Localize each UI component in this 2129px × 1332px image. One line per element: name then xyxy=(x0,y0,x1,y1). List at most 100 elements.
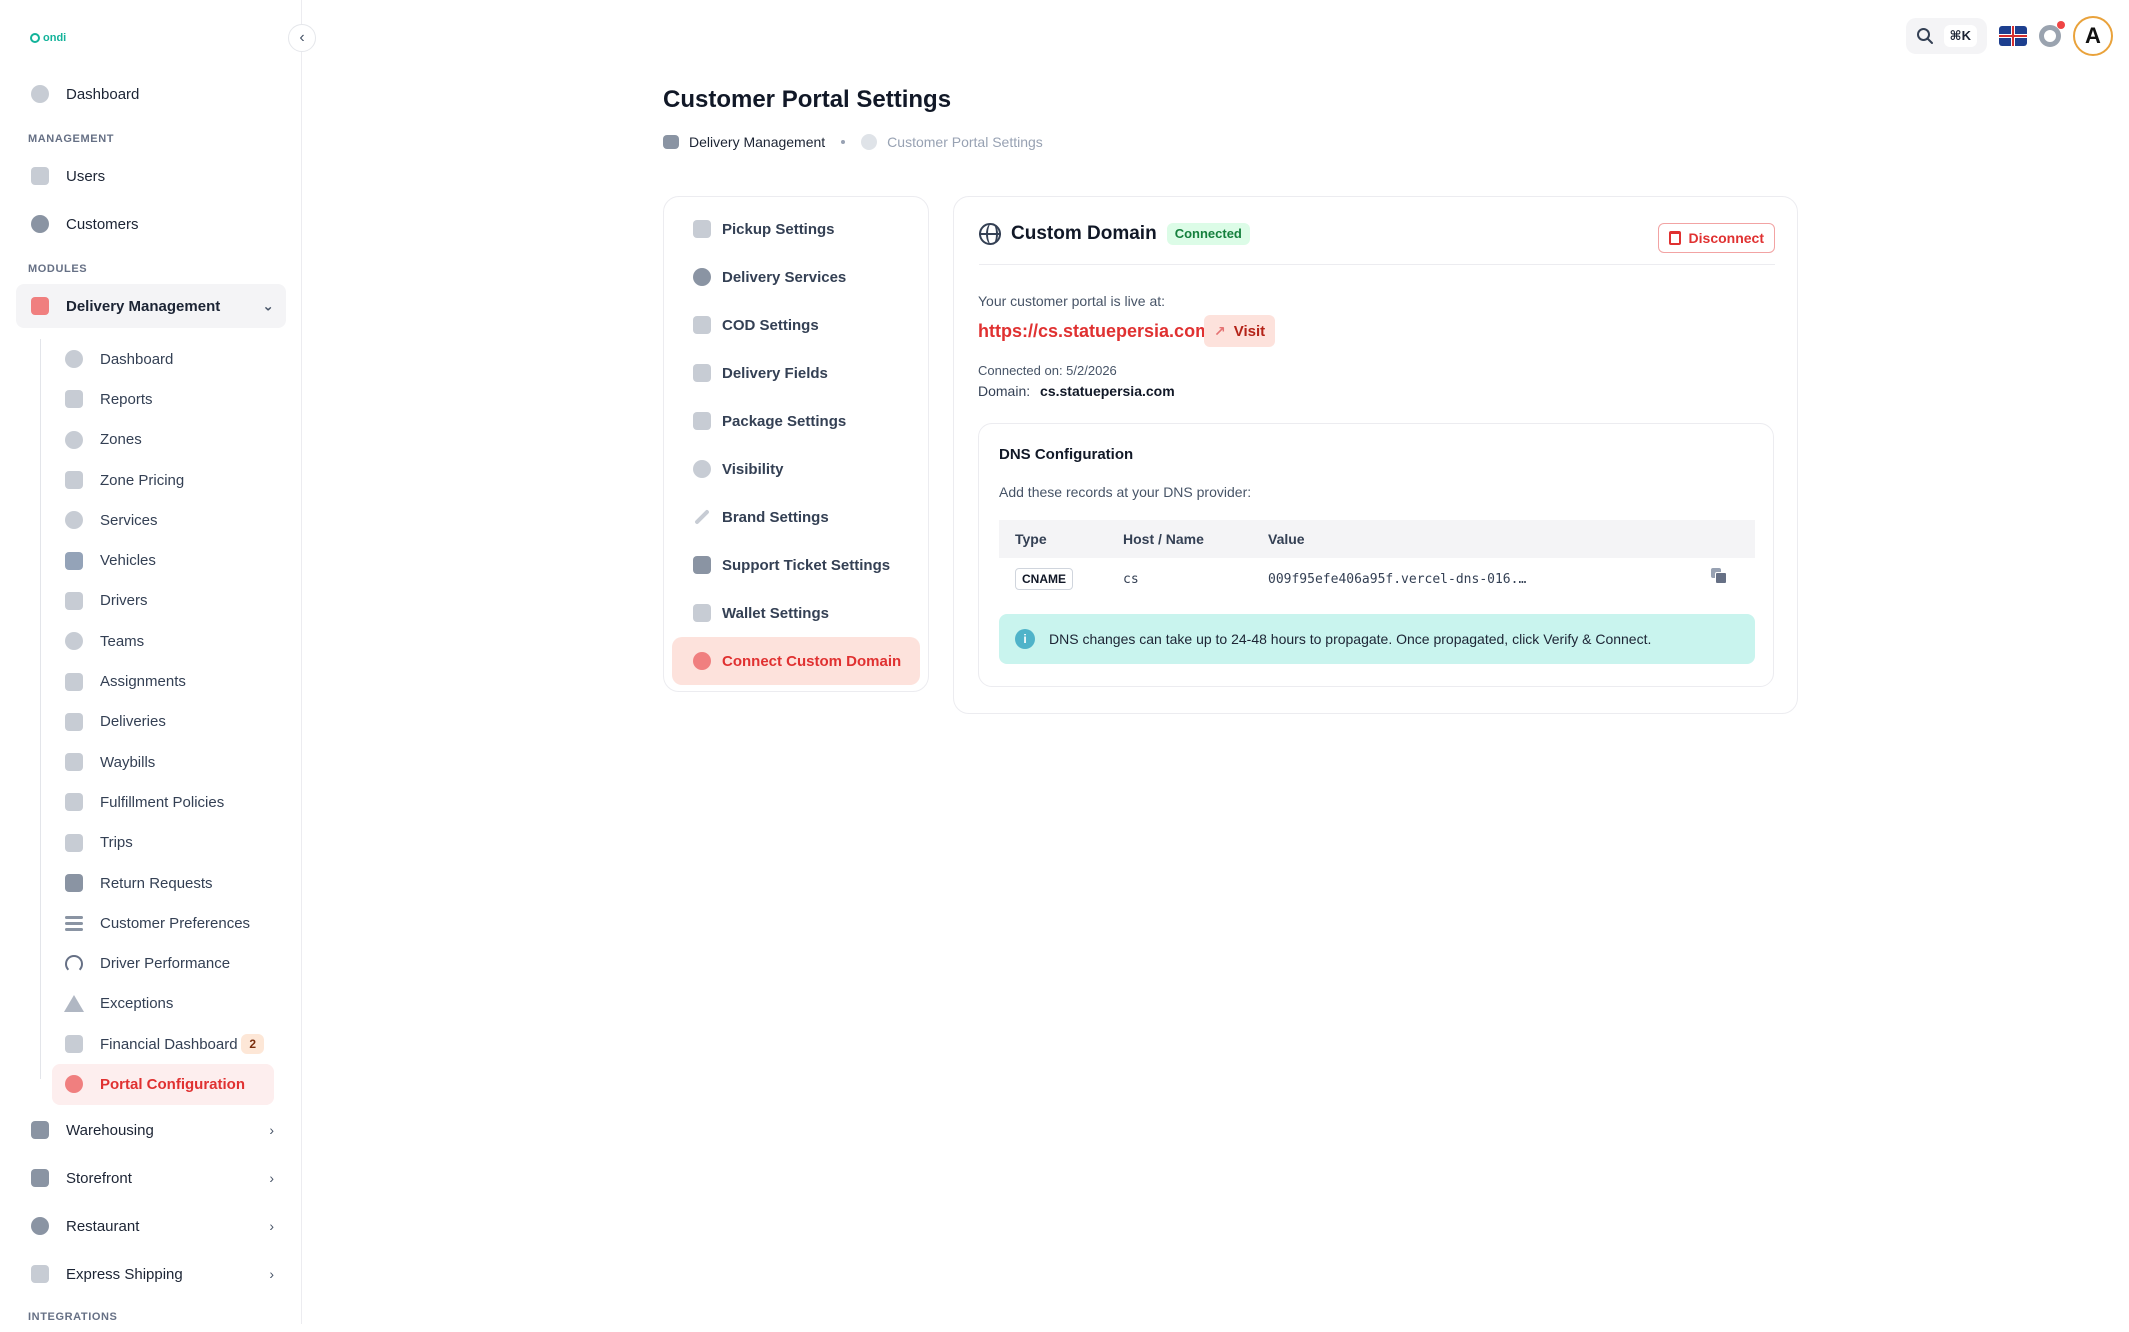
customers-icon xyxy=(30,214,50,234)
ticket-icon xyxy=(692,555,712,575)
sidebar-item-label: Customers xyxy=(66,215,139,233)
sidebar-subitem-driver-performance[interactable]: Driver Performance xyxy=(52,943,274,983)
sidebar-subitem-fulfillment-policies[interactable]: Fulfillment Policies xyxy=(52,782,274,822)
language-flag-button[interactable] xyxy=(1999,26,2027,46)
copy-icon[interactable] xyxy=(1711,568,1727,584)
sidebar-subitem-waybills[interactable]: Waybills xyxy=(52,742,274,782)
sidebar-item-delivery-management[interactable]: Delivery Management ⌄ xyxy=(16,284,286,328)
status-badge: Connected xyxy=(1166,223,1250,245)
sidebar-subitem-drivers[interactable]: Drivers xyxy=(52,581,274,621)
globe-icon xyxy=(692,651,712,671)
settings-nav-label: Delivery Services xyxy=(722,268,847,286)
sidebar-subitem-vehicles[interactable]: Vehicles xyxy=(52,540,274,580)
settings-nav-support-ticket[interactable]: Support Ticket Settings xyxy=(672,541,920,589)
settings-nav-delivery-services[interactable]: Delivery Services xyxy=(672,253,920,301)
search-button[interactable]: ⌘K xyxy=(1905,18,1987,54)
sidebar-item-express-shipping[interactable]: Express Shipping › xyxy=(16,1252,286,1296)
gauge-icon xyxy=(64,954,84,974)
disconnect-button[interactable]: Disconnect xyxy=(1657,223,1775,253)
logo-mark-icon xyxy=(30,33,40,43)
sidebar-item-label: Warehousing xyxy=(66,1121,154,1139)
settings-nav-package[interactable]: Package Settings xyxy=(672,397,920,445)
sidebar-subitem-teams[interactable]: Teams xyxy=(52,621,274,661)
settings-nav-label: Connect Custom Domain xyxy=(722,652,902,670)
chevron-right-icon: › xyxy=(269,1218,274,1234)
chevron-right-icon: › xyxy=(269,1122,274,1138)
sidebar-item-restaurant[interactable]: Restaurant › xyxy=(16,1204,286,1248)
delivery-truck-icon xyxy=(663,135,679,149)
collapse-sidebar-button[interactable]: ‹ xyxy=(288,24,316,52)
dashboard-icon xyxy=(30,84,50,104)
sidebar-subitem-financial-dashboard[interactable]: Financial Dashboard 2 xyxy=(52,1024,274,1064)
warehouse-icon xyxy=(30,1120,50,1140)
restaurant-icon xyxy=(30,1216,50,1236)
breadcrumb-item-delivery-management[interactable]: Delivery Management xyxy=(689,134,825,150)
settings-nav-delivery-fields[interactable]: Delivery Fields xyxy=(672,349,920,397)
user-avatar[interactable]: A xyxy=(2073,16,2113,56)
column-header-value: Value xyxy=(1268,531,1305,547)
chevron-right-icon: › xyxy=(269,1170,274,1186)
sidebar-subitem-customer-preferences[interactable]: Customer Preferences xyxy=(52,903,274,943)
sidebar-subitem-portal-configuration[interactable]: Portal Configuration xyxy=(52,1064,274,1105)
external-link-icon: ↗ xyxy=(1214,322,1226,339)
visit-button[interactable]: ↗ Visit xyxy=(1204,315,1276,347)
sidebar-subitem-label: Vehicles xyxy=(100,552,156,570)
breadcrumb-item-current: Customer Portal Settings xyxy=(887,134,1043,150)
domain-line: Domain: cs.statuepersia.com xyxy=(978,383,1175,399)
return-icon xyxy=(64,873,84,893)
topbar: ⌘K A xyxy=(1905,16,2113,56)
portal-settings-icon xyxy=(861,134,878,150)
page-title: Customer Portal Settings xyxy=(663,86,952,113)
sidebar-item-label: Restaurant xyxy=(66,1217,140,1235)
sidebar-item-storefront[interactable]: Storefront › xyxy=(16,1156,286,1200)
chevron-down-icon: ⌄ xyxy=(262,297,274,314)
sidebar-item-warehousing[interactable]: Warehousing › xyxy=(16,1108,286,1152)
dns-records-table: Type Host / Name Value CNAME cs 009f95ef… xyxy=(999,520,1755,600)
sidebar-item-users[interactable]: Users xyxy=(16,154,286,198)
section-label-integrations: INTEGRATIONS xyxy=(28,1311,118,1323)
sidebar-subitem-label: Financial Dashboard xyxy=(100,1035,238,1053)
settings-nav-wallet[interactable]: Wallet Settings xyxy=(672,589,920,637)
search-icon xyxy=(1916,28,1933,44)
sidebar-subitem-exceptions[interactable]: Exceptions xyxy=(52,984,274,1024)
sidebar-subitem-reports[interactable]: Reports xyxy=(52,379,274,419)
sidebar-subitem-deliveries[interactable]: Deliveries xyxy=(52,702,274,742)
settings-nav-connect-custom-domain[interactable]: Connect Custom Domain xyxy=(672,637,920,685)
sidebar-subitem-label: Driver Performance xyxy=(100,955,231,973)
settings-gear-icon[interactable] xyxy=(2039,21,2065,47)
portal-url-link[interactable]: https://cs.statuepersia.com xyxy=(978,321,1211,342)
sidebar-subitem-label: Exceptions xyxy=(100,995,174,1013)
wrench-icon xyxy=(64,1074,84,1094)
wallet-icon xyxy=(692,603,712,623)
settings-nav-label: Visibility xyxy=(722,460,784,478)
settings-nav-cod[interactable]: COD Settings xyxy=(672,301,920,349)
record-type-badge: CNAME xyxy=(1015,568,1073,590)
services-icon xyxy=(64,510,84,530)
sidebar: ondi Dashboard MANAGEMENT Users Customer… xyxy=(0,0,302,1324)
sidebar-subitem-label: Drivers xyxy=(100,592,148,610)
brand-logo[interactable]: ondi xyxy=(30,32,66,44)
deliveries-icon xyxy=(64,712,84,732)
zones-icon xyxy=(64,430,84,450)
sidebar-subitem-label: Waybills xyxy=(100,753,156,771)
sidebar-subitem-return-requests[interactable]: Return Requests xyxy=(52,863,274,903)
delivery-submenu: Dashboard Reports Zones Zone Pricing Ser… xyxy=(16,339,286,1105)
settings-nav-pickup[interactable]: Pickup Settings xyxy=(672,205,920,253)
sidebar-subitem-dashboard[interactable]: Dashboard xyxy=(52,339,274,379)
sidebar-item-dashboard[interactable]: Dashboard xyxy=(16,72,286,116)
reports-icon xyxy=(64,389,84,409)
sidebar-subitem-trips[interactable]: Trips xyxy=(52,823,274,863)
settings-nav-visibility[interactable]: Visibility xyxy=(672,445,920,493)
disconnect-label: Disconnect xyxy=(1688,230,1764,246)
eye-icon xyxy=(692,459,712,479)
sidebar-subitem-zones[interactable]: Zones xyxy=(52,420,274,460)
sidebar-modules-bottom: Warehousing › Storefront › Restaurant › … xyxy=(16,1108,286,1332)
sidebar-subitem-zone-pricing[interactable]: Zone Pricing xyxy=(52,460,274,500)
settings-nav-brand[interactable]: Brand Settings xyxy=(672,493,920,541)
sidebar-subitem-services[interactable]: Services xyxy=(52,500,274,540)
sidebar-subitem-assignments[interactable]: Assignments xyxy=(52,661,274,701)
sidebar-item-customers[interactable]: Customers xyxy=(16,202,286,246)
table-row: CNAME cs 009f95efe406a95f.vercel-dns-016… xyxy=(999,558,1755,600)
policies-icon xyxy=(64,792,84,812)
record-value-cell: 009f95efe406a95f.vercel-dns-016.… xyxy=(1268,571,1527,587)
